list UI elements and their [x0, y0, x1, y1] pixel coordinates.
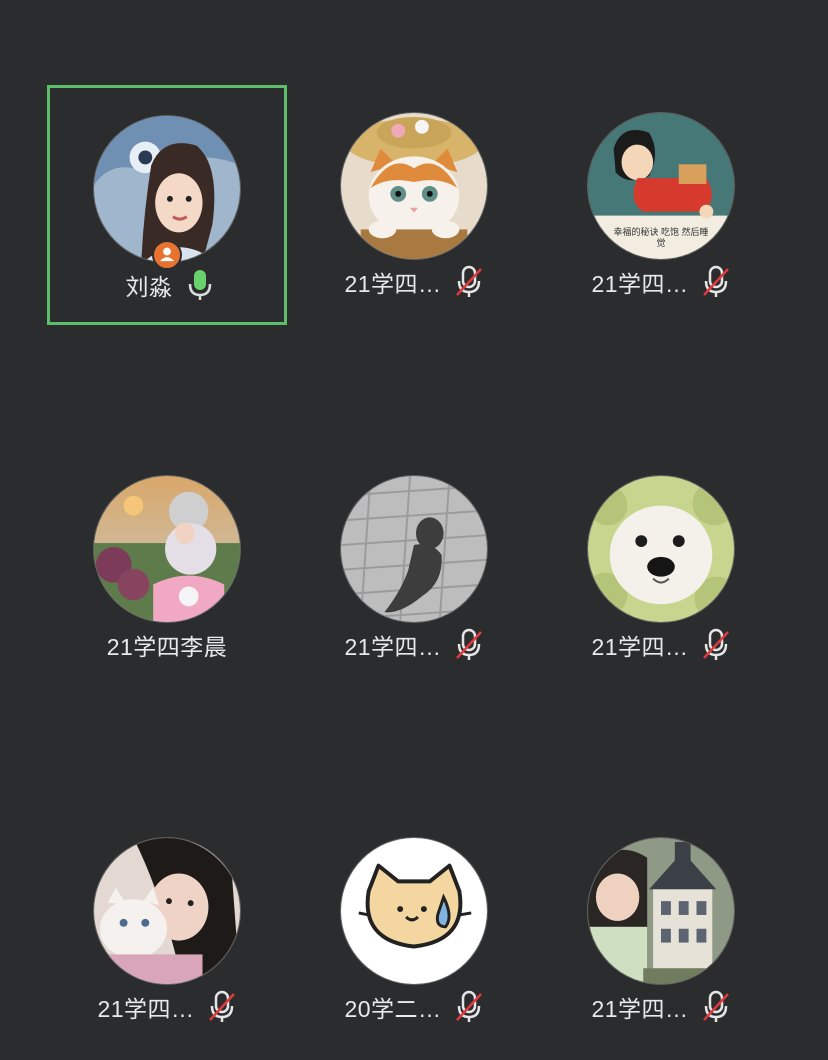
participant-name: 21学四… [344, 634, 442, 660]
participant-name: 21学四… [591, 271, 689, 297]
participant-tile-1[interactable]: 21学四… [294, 85, 534, 325]
mic-muted-icon [207, 990, 237, 1024]
participant-label-row: 21学四… [294, 265, 534, 299]
participant-label-row: 21学四李晨 [47, 628, 287, 662]
mic-muted-icon [701, 990, 731, 1024]
mic-muted-icon [454, 628, 484, 662]
participant-label-row: 21学四… [541, 265, 781, 299]
mic-muted-icon [701, 265, 731, 299]
girl-with-castle-model-icon [587, 837, 735, 985]
participant-grid: 刘淼 21学四… 幸福的秘诀 吃饱 然后睡觉 21学四… 21学四李晨 21学四… [0, 0, 828, 1060]
participant-tile-6[interactable]: 21学四… [47, 810, 287, 1050]
participant-tile-2[interactable]: 幸福的秘诀 吃饱 然后睡觉 21学四… [541, 85, 781, 325]
girl-with-cat-photo-icon [93, 837, 241, 985]
participant-label-row: 21学四… [47, 990, 287, 1024]
participant-name: 20学二… [344, 996, 442, 1022]
white-dog-icon [587, 475, 735, 623]
participant-name: 21学四… [591, 996, 689, 1022]
participant-tile-4[interactable]: 21学四… [294, 448, 534, 688]
participant-tile-8[interactable]: 21学四… [541, 810, 781, 1050]
participant-name: 21学四… [97, 996, 195, 1022]
cartoon-cat-sweat-icon [340, 837, 488, 985]
participant-tile-0[interactable]: 刘淼 [47, 85, 287, 325]
avatar-caption: 幸福的秘诀 吃饱 然后睡觉 [613, 227, 709, 248]
participant-tile-3[interactable]: 21学四李晨 [47, 448, 287, 688]
participant-tile-7[interactable]: 20学二… [294, 810, 534, 1050]
mic-muted-icon [454, 265, 484, 299]
shadow-pavement-photo-icon [340, 475, 488, 623]
participant-label-row: 21学四… [294, 628, 534, 662]
participant-label-row: 21学四… [541, 628, 781, 662]
host-badge-icon [152, 240, 182, 270]
mic-muted-icon [454, 990, 484, 1024]
participant-name: 21学四… [344, 271, 442, 297]
girl-scooter-photo-icon [93, 475, 241, 623]
mic-muted-icon [701, 628, 731, 662]
participant-label-row: 21学四… [541, 990, 781, 1024]
participant-name: 21学四李晨 [106, 634, 228, 660]
participant-label-row: 20学二… [294, 990, 534, 1024]
participant-label-row: 刘淼 [50, 268, 290, 302]
mic-on-icon [185, 268, 215, 302]
participant-tile-5[interactable]: 21学四… [541, 448, 781, 688]
kitten-hat-icon [340, 112, 488, 260]
participant-name: 刘淼 [125, 274, 173, 300]
participant-name: 21学四… [591, 634, 689, 660]
